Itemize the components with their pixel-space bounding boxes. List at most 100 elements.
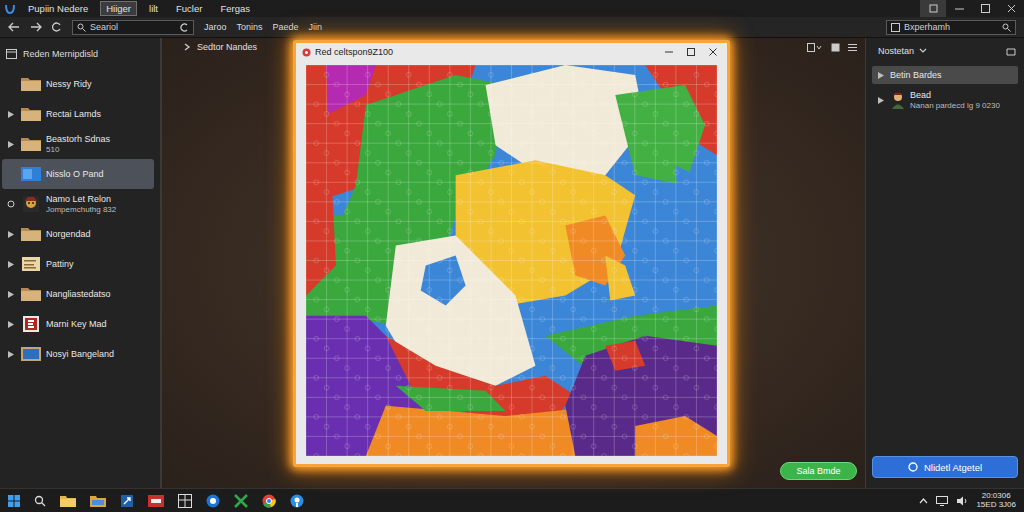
expand-arrow-icon[interactable] bbox=[8, 321, 14, 328]
search-icon bbox=[77, 23, 86, 32]
expand-arrow-icon[interactable] bbox=[8, 351, 14, 358]
pin-icon[interactable] bbox=[120, 494, 134, 508]
puzzle-window[interactable]: Red celtspon9Z100 bbox=[293, 40, 730, 467]
circle-icon bbox=[908, 462, 918, 472]
expand-arrow-icon[interactable] bbox=[878, 97, 884, 104]
sidebar-header: Reden Mernipdisld bbox=[0, 46, 160, 69]
sidebar-item[interactable]: Marni Key Mad bbox=[2, 309, 154, 339]
sidebar-item[interactable]: Nisslo O Pand bbox=[2, 159, 154, 189]
sheets-icon[interactable] bbox=[234, 494, 248, 508]
volume-icon[interactable] bbox=[956, 496, 968, 506]
title-menu[interactable]: Fucler bbox=[170, 1, 208, 16]
maximize-icon bbox=[981, 4, 990, 13]
sidebar-item[interactable]: Nessy Ridy bbox=[2, 69, 154, 99]
main-area: Reden MernipdisldNessy RidyRectai LamdsB… bbox=[0, 38, 1024, 488]
folder-icon bbox=[20, 105, 42, 123]
edge-icon[interactable] bbox=[290, 494, 304, 508]
forward-icon[interactable] bbox=[30, 22, 42, 32]
close-icon bbox=[1007, 4, 1016, 13]
maximize-button[interactable] bbox=[972, 0, 998, 17]
app-icon bbox=[20, 165, 42, 183]
puzzle-app-icon bbox=[302, 48, 311, 57]
app-logo-icon bbox=[4, 3, 16, 15]
desktop: Pupiin NedereHiigerliltFuclerFergasSeari… bbox=[0, 0, 1024, 512]
search-icon[interactable] bbox=[34, 495, 46, 507]
title-menu[interactable]: Pupiin Nedere bbox=[22, 1, 94, 16]
sidebar-item[interactable]: Beastorh Sdnas510 bbox=[2, 129, 154, 159]
sidebar-item[interactable]: Rectai Lamds bbox=[2, 99, 154, 129]
file-explorer-icon[interactable] bbox=[60, 494, 76, 507]
panel-icon bbox=[891, 23, 900, 32]
toolbar-menu[interactable]: Jiin bbox=[309, 22, 323, 32]
avatar-icon bbox=[20, 195, 42, 213]
square-icon[interactable] bbox=[831, 43, 840, 52]
menu-icon[interactable] bbox=[848, 43, 857, 52]
close-button[interactable] bbox=[998, 0, 1024, 17]
expand-arrow-icon[interactable] bbox=[8, 261, 14, 268]
sidebar-item[interactable]: Norgendad bbox=[2, 219, 154, 249]
search-icon[interactable] bbox=[1002, 23, 1011, 32]
title-menu[interactable]: Hiiger bbox=[100, 1, 137, 16]
sidebar-item[interactable]: Nosyi Bangeland bbox=[2, 339, 154, 369]
expand-arrow-icon[interactable] bbox=[8, 291, 14, 298]
minimize-button[interactable] bbox=[946, 0, 972, 17]
sidebar-item[interactable]: Nangliastedatso bbox=[2, 279, 154, 309]
panel-dropdown[interactable]: Nostetan bbox=[872, 44, 1018, 62]
folder-icon bbox=[20, 285, 42, 303]
sidebar-item[interactable]: Namo Let RelonJompemchuthg 832 bbox=[2, 189, 154, 219]
title-menu[interactable]: Fergas bbox=[214, 1, 256, 16]
mail-icon[interactable] bbox=[148, 495, 164, 507]
windows-start-icon[interactable] bbox=[8, 495, 20, 507]
folder-icon[interactable] bbox=[90, 494, 106, 507]
tray-expand-icon[interactable] bbox=[919, 498, 928, 504]
tile-icon bbox=[20, 345, 42, 363]
toolbar-menu[interactable]: Jaroo bbox=[204, 22, 227, 32]
save-button[interactable]: Sala Bmde bbox=[780, 462, 857, 480]
reload-icon[interactable] bbox=[180, 23, 189, 32]
expand-arrow-icon[interactable] bbox=[8, 231, 14, 238]
toolbar-menu[interactable]: Tonins bbox=[237, 22, 263, 32]
primary-button[interactable]: Nlidetl Atgetel bbox=[872, 456, 1018, 478]
panel-item[interactable]: Betin Bardes bbox=[872, 66, 1018, 84]
note-icon bbox=[20, 255, 42, 273]
maximize-icon[interactable] bbox=[687, 48, 695, 56]
right-panel: Nostetan Betin Bardes BeadNanan pardecd lg… bbox=[865, 38, 1024, 488]
title-bar: Pupiin Nedere Hiiger lilt Fucler Fergas bbox=[0, 0, 1024, 17]
window-title-bar: Red celtspon9Z100 bbox=[296, 43, 727, 61]
back-icon[interactable] bbox=[8, 22, 20, 32]
browser-icon[interactable] bbox=[206, 494, 220, 508]
restore-button[interactable] bbox=[920, 0, 946, 17]
chevron-icon[interactable] bbox=[184, 43, 191, 51]
search-field[interactable]: Seariol bbox=[72, 20, 194, 35]
avatar-icon bbox=[890, 91, 906, 109]
minimize-icon bbox=[955, 4, 964, 13]
view-icon[interactable] bbox=[807, 43, 823, 52]
panel-item[interactable]: BeadNanan pardecd lg 9 0230 bbox=[872, 88, 1018, 112]
folder-icon bbox=[20, 135, 42, 153]
expand-arrow-icon[interactable] bbox=[8, 141, 14, 148]
expand-arrow-icon[interactable] bbox=[8, 111, 14, 118]
calendar-icon[interactable] bbox=[178, 494, 192, 508]
refresh-icon[interactable] bbox=[52, 22, 62, 32]
title-menu[interactable]: lilt bbox=[143, 1, 164, 16]
right-search-field[interactable]: Bxperhamh bbox=[886, 20, 1016, 35]
jigsaw-puzzle[interactable] bbox=[306, 65, 717, 456]
puzzle-area bbox=[296, 61, 727, 464]
radio-icon[interactable] bbox=[7, 200, 15, 208]
close-icon[interactable] bbox=[709, 48, 717, 56]
content-area: Sedtor NandesRed celtspon9Z100Sala Bmde bbox=[162, 38, 865, 488]
system-tray: 20:030615ED 3J06 bbox=[919, 492, 1016, 510]
minimize-icon[interactable] bbox=[665, 48, 673, 56]
sidebar: Reden MernipdisldNessy RidyRectai LamdsB… bbox=[0, 38, 162, 488]
folder-icon bbox=[20, 225, 42, 243]
chrome-icon[interactable] bbox=[262, 494, 276, 508]
network-icon[interactable] bbox=[936, 496, 948, 506]
window-controls bbox=[920, 0, 1024, 17]
expand-arrow-icon[interactable] bbox=[878, 72, 884, 79]
restore-icon bbox=[929, 4, 938, 13]
clock[interactable]: 20:030615ED 3J06 bbox=[976, 492, 1016, 510]
toolbar: Seariol Jaroo Tonins Paede Jiin Bxperhamh bbox=[0, 17, 1024, 38]
toolbar-menu[interactable]: Paede bbox=[273, 22, 299, 32]
window-icon[interactable] bbox=[1006, 46, 1016, 56]
sidebar-item[interactable]: Pattiny bbox=[2, 249, 154, 279]
